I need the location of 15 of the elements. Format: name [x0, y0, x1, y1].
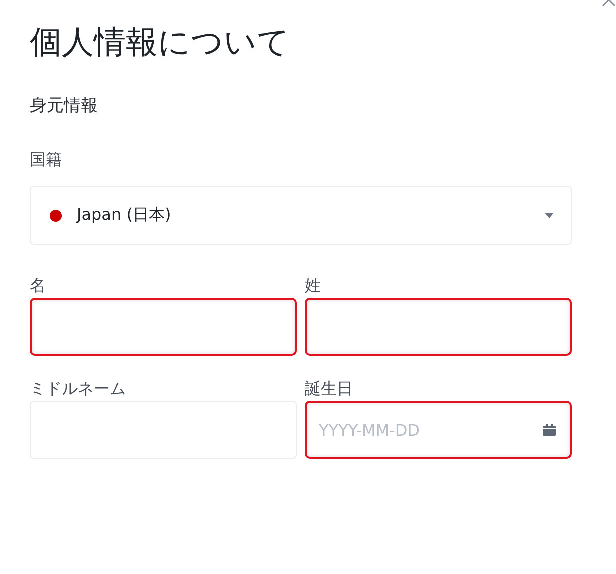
close-icon[interactable]: [602, 0, 616, 8]
country-select[interactable]: Japan (日本): [30, 186, 572, 245]
input-field[interactable]: [30, 298, 297, 356]
caret-icon: [545, 212, 554, 218]
field-label: 国籍: [30, 150, 63, 170]
select-value: Japan (日本): [77, 205, 172, 226]
placeholder-text: YYYY-MM-DD: [319, 420, 421, 440]
field-label: 誕生日: [305, 379, 354, 399]
field-label: ミドルネーム: [30, 379, 127, 399]
dialog-title: 個人情報について: [30, 22, 291, 63]
calendar-icon[interactable]: [543, 424, 556, 436]
input-field[interactable]: [305, 298, 572, 356]
field-label: 姓: [305, 276, 322, 296]
field-label: 名: [30, 276, 47, 296]
section-heading: 身元情報: [30, 95, 99, 117]
